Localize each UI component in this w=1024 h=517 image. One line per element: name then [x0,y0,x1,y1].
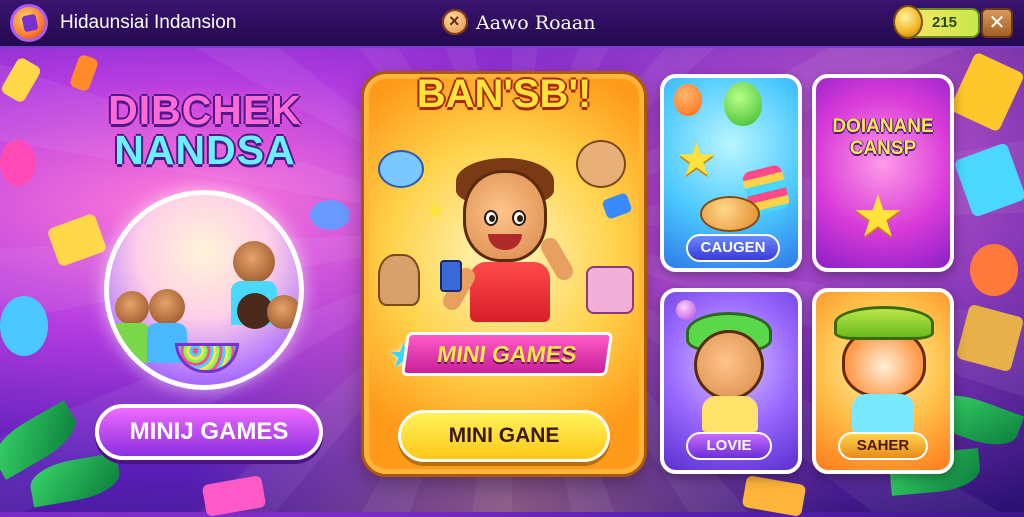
game-logo-title: DIBCHEK NANDSA [100,87,310,173]
card-title-doiananb: DOIANANE CANSP [816,116,950,160]
kid-figure [233,241,275,283]
card-title-line-2: CANSP [849,138,917,159]
hero-eye [484,210,498,226]
close-button[interactable]: ✕ [981,8,1013,38]
balloon-icon [674,84,702,116]
lovie-body [702,396,758,432]
cookie-icon [700,196,760,232]
card-label-caugen: CAUGEN [686,234,780,262]
phone-icon [440,260,462,292]
candy-decoration [0,140,36,186]
card-label-lovie: LOVIE [686,432,772,460]
star-icon: ★ [424,197,446,224]
candy-decoration [310,200,350,230]
logo-title-line-1: DIBCHEK [108,87,302,133]
star-icon: ★ [852,184,904,249]
kid-figure [115,291,149,325]
puppy-icon [576,140,626,188]
kid-figure [149,289,185,325]
card-label-saner: SAHER [838,432,928,460]
hero-body [470,262,550,322]
kid-body [111,323,151,363]
mini-games-button[interactable]: MINIJ GAMES [95,404,323,460]
blue-creature-icon [378,150,424,188]
featured-card-title: BAN'SB'! [416,72,592,116]
star-icon: ★ [676,133,718,185]
header-center-title: Aawo Roaan [476,12,596,34]
play-mini-game-button[interactable]: MINI GANE [398,410,610,462]
kid-figure [267,295,299,329]
card-title-line-1: DOIANANE [832,116,934,137]
bubble-icon [676,300,696,320]
mini-games-ribbon: MINI GAMES [400,332,614,376]
lovie-character [694,330,764,400]
toy-icon [586,266,634,314]
candy-decoration [970,244,1018,296]
logo-title-line-2: NANDSA [114,127,296,173]
balloon-icon [724,82,762,126]
cat-body [852,394,914,432]
coin-icon [893,5,923,39]
app-title: Hidaunsiai Indansion [60,12,237,33]
badge-icon [442,9,468,35]
kids-illustration [104,190,304,390]
dog-icon [378,254,420,306]
candy-bowl [175,343,239,373]
coin-count: 215 [932,14,958,31]
hero-eye [512,210,526,226]
cat-hat [834,306,934,340]
candy-decoration [0,296,48,356]
game-logo-icon[interactable] [10,4,48,42]
